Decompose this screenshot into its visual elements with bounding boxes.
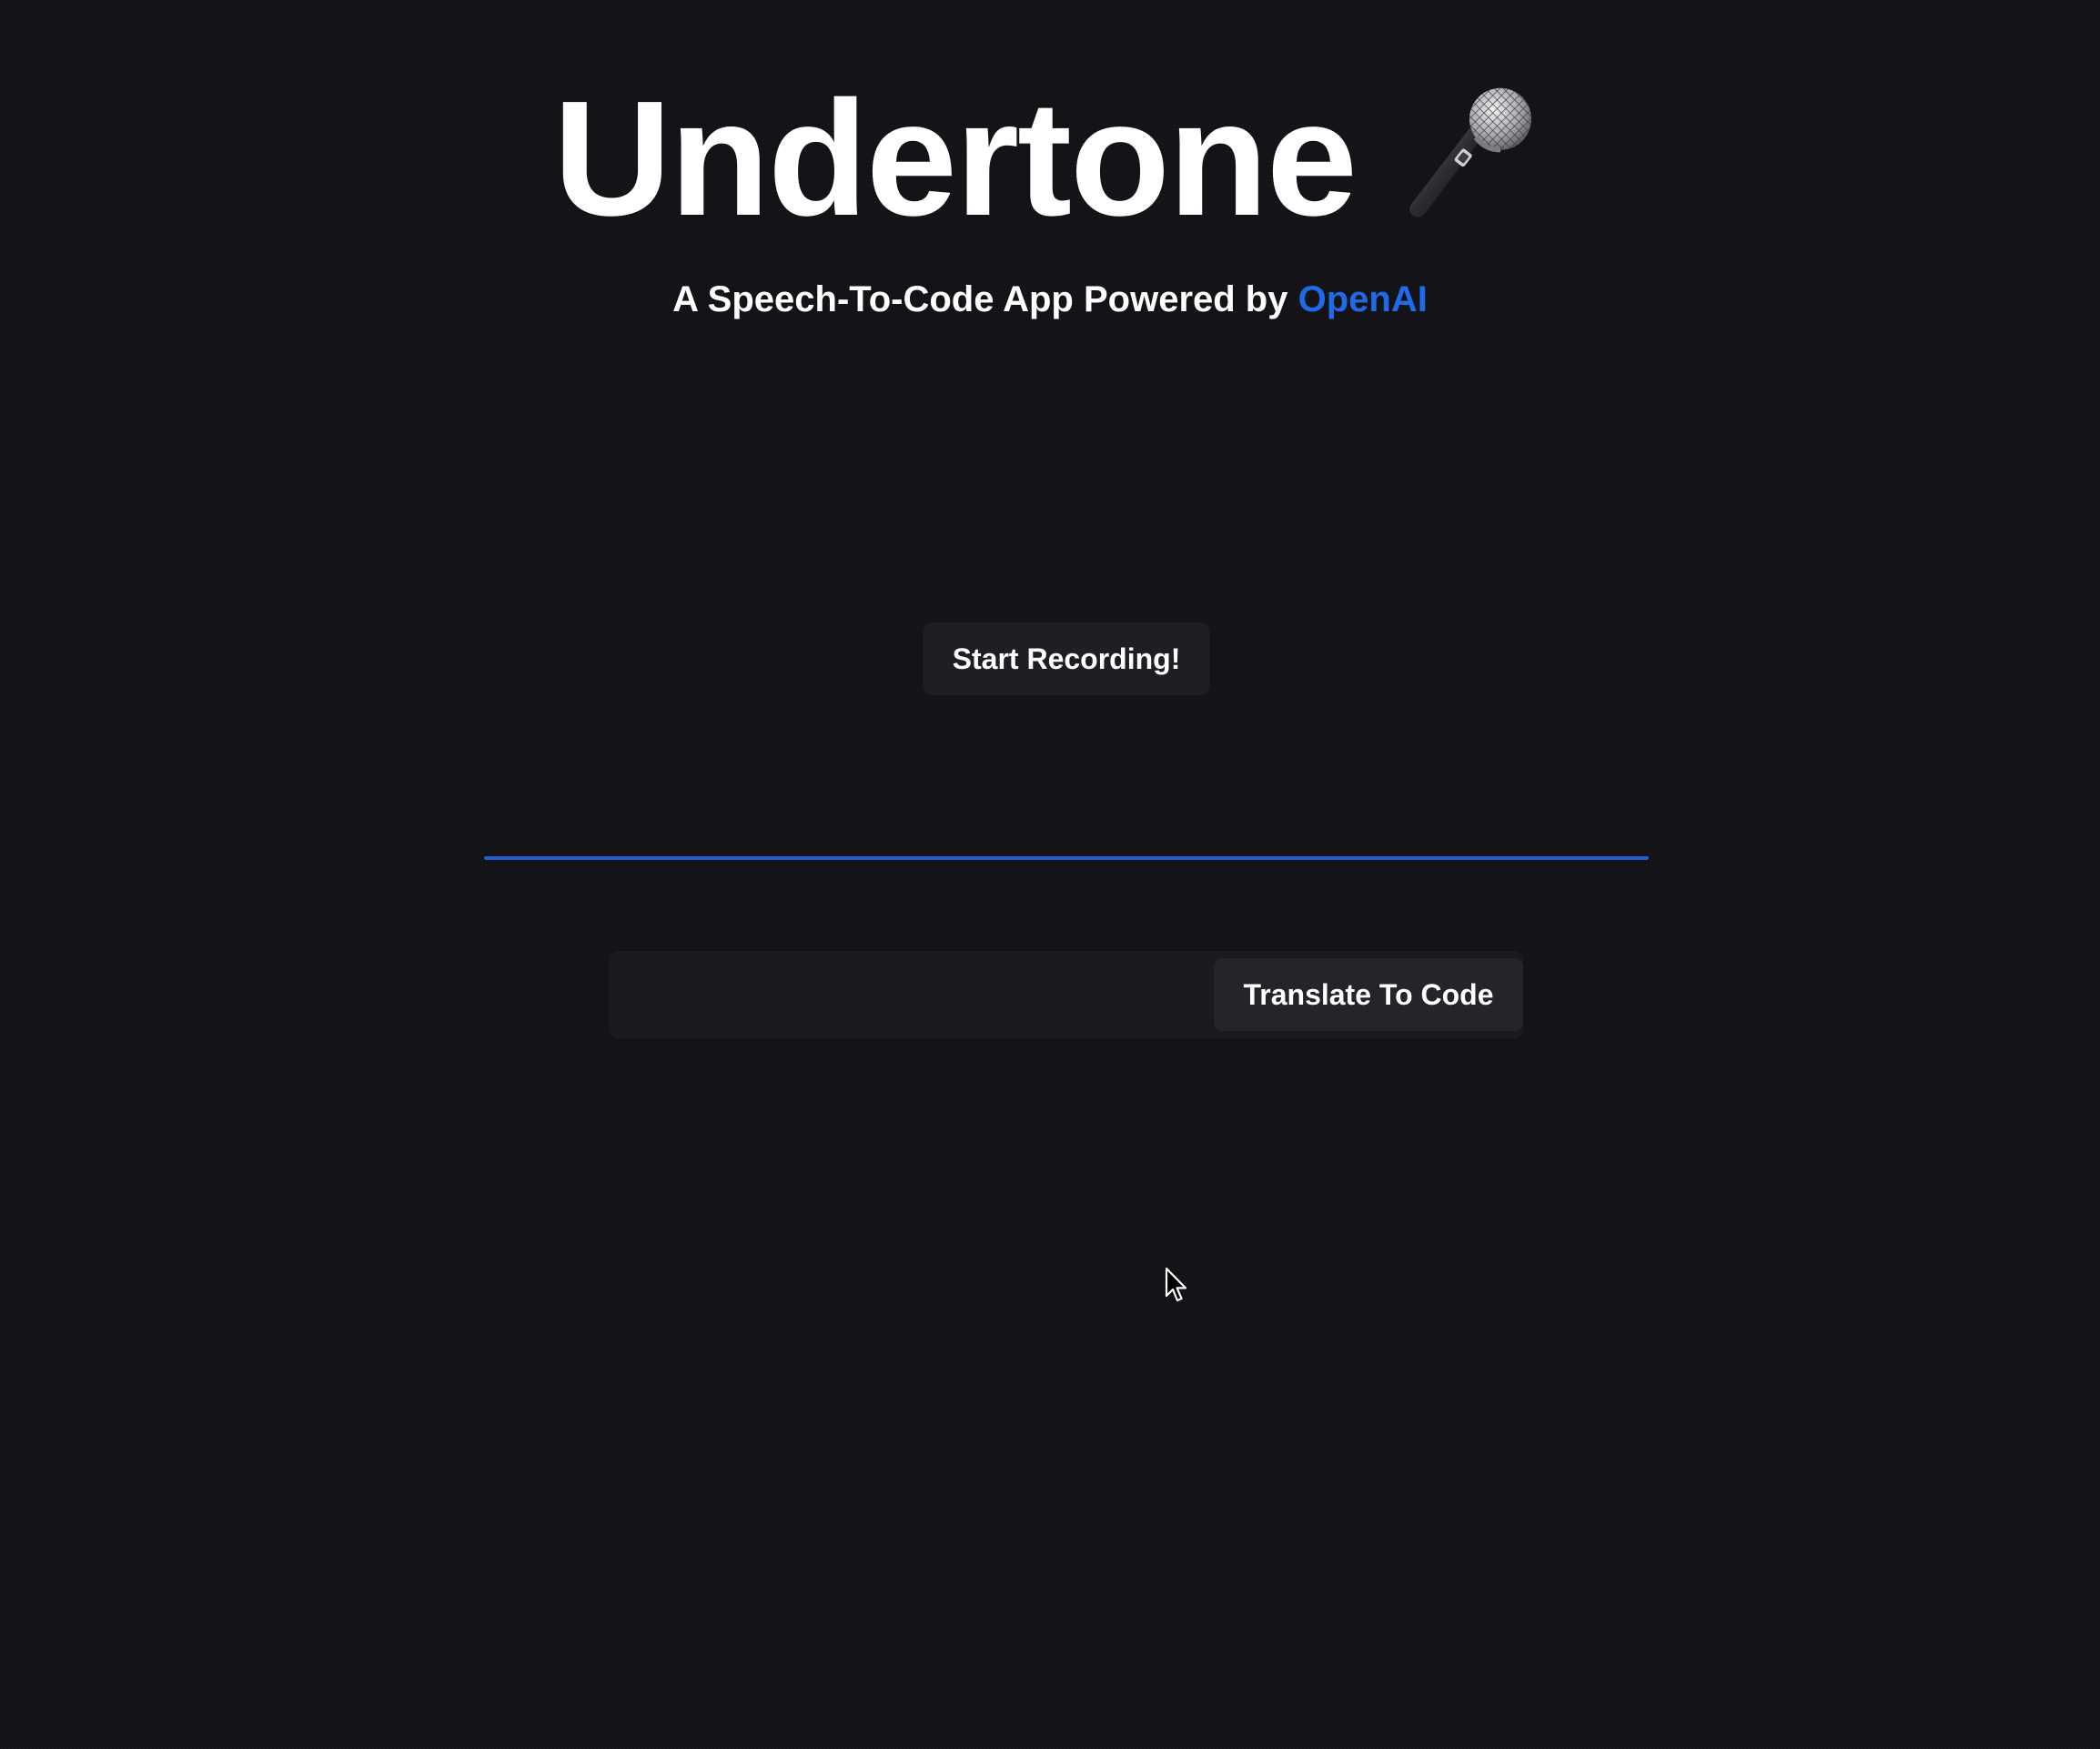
app-page: Undertone A Speech-To-Code App Powered b… (0, 0, 2100, 1749)
mouse-cursor-icon (1165, 1267, 1187, 1302)
title-row: Undertone (0, 73, 2100, 246)
translate-bar: Translate To Code (610, 951, 1523, 1038)
transcript-input[interactable] (610, 951, 1210, 1038)
header: Undertone (0, 73, 2100, 246)
translate-to-code-button[interactable]: Translate To Code (1214, 958, 1523, 1031)
page-title: Undertone (553, 67, 1358, 250)
subtitle-text: A Speech-To-Code App Powered by (672, 279, 1288, 319)
microphone-icon (1409, 87, 1531, 217)
subtitle: A Speech-To-Code App Powered by OpenAI (0, 279, 2100, 320)
start-recording-button[interactable]: Start Recording! (924, 622, 1209, 695)
openai-link[interactable]: OpenAI (1298, 279, 1428, 319)
divider (484, 856, 1649, 860)
